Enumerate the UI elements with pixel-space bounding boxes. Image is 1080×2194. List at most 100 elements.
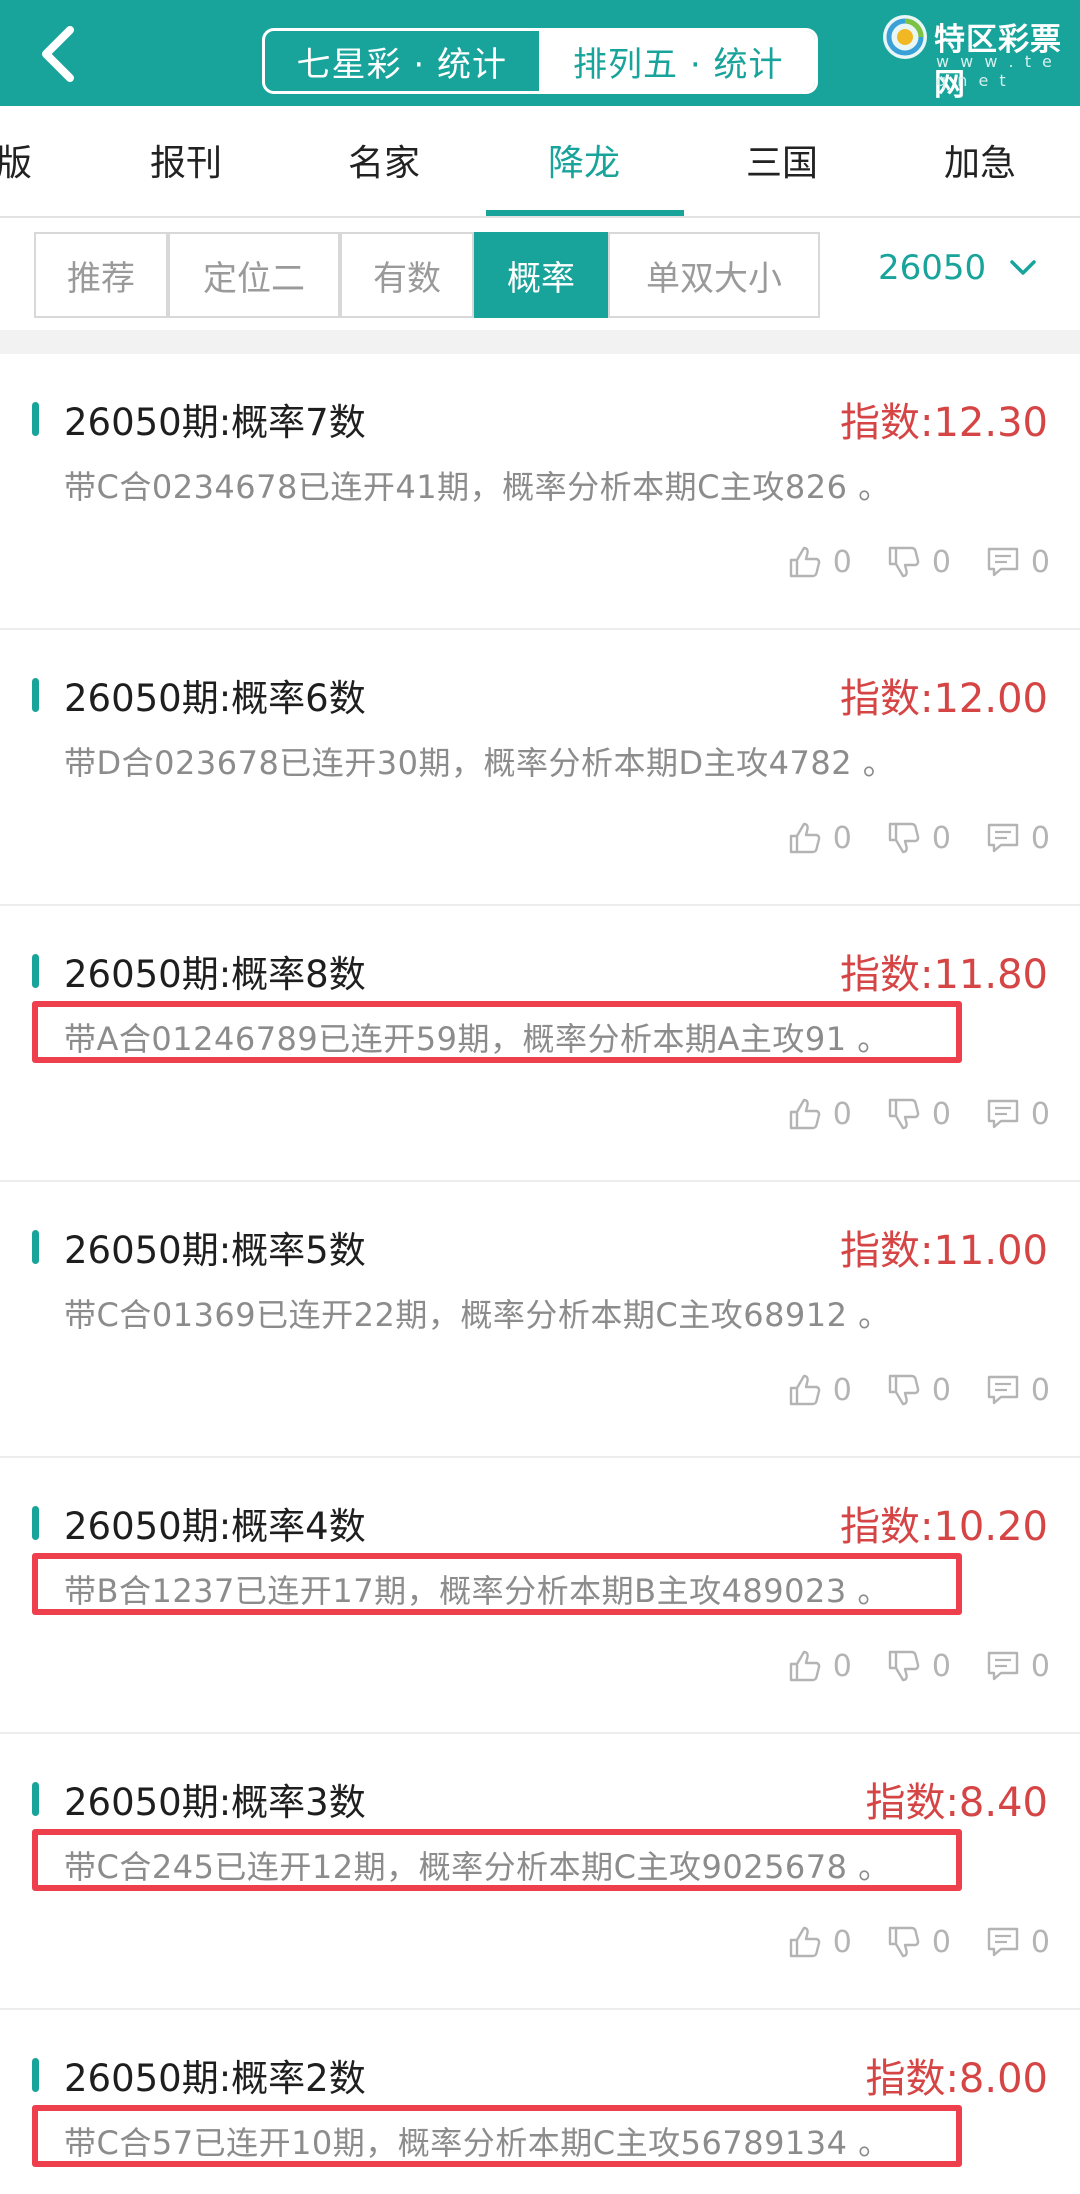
- list-item[interactable]: 26050期:概率4数 指数:10.20 带B合1237已连开17期，概率分析本…: [0, 1458, 1080, 1734]
- like-button[interactable]: 0: [787, 1372, 852, 1408]
- item-index-value: 指数:11.00: [840, 1228, 1048, 1274]
- segment-qixingcai[interactable]: 七星彩 · 统计: [265, 31, 542, 91]
- like-button[interactable]: 0: [787, 820, 852, 856]
- item-description: 带C合01369已连开22期，概率分析本期C主攻68912 。: [64, 1296, 891, 1334]
- filter-youshu[interactable]: 有数: [340, 232, 474, 318]
- lottery-switch: 七星彩 · 统计 排列五 · 统计: [262, 28, 818, 94]
- like-button[interactable]: 0: [787, 1648, 852, 1684]
- tab-jiaji[interactable]: 加急: [944, 134, 1016, 186]
- comment-icon: [987, 1099, 1019, 1129]
- item-index-value: 指数:8.40: [865, 1780, 1048, 1826]
- item-index-value: 指数:10.20: [840, 1504, 1048, 1550]
- dislike-count: 0: [931, 1924, 951, 1960]
- thumbs-up-icon: [789, 1650, 821, 1682]
- comment-count: 0: [1030, 1096, 1050, 1132]
- comment-button[interactable]: 0: [985, 1372, 1050, 1408]
- dislike-button[interactable]: 0: [886, 820, 951, 856]
- thumbs-down-icon: [888, 1650, 920, 1682]
- dislike-count: 0: [931, 1096, 951, 1132]
- thumbs-up-icon: [789, 1374, 821, 1406]
- dislike-button[interactable]: 0: [886, 1372, 951, 1408]
- comment-icon: [987, 1375, 1019, 1405]
- thumbs-down-icon: [888, 1374, 920, 1406]
- period-value: 26050: [878, 248, 987, 288]
- item-accent-bar: [32, 1782, 39, 1816]
- item-title: 26050期:概率5数: [64, 1229, 366, 1272]
- item-actions: 0 0 0: [787, 1096, 1050, 1132]
- active-tab-indicator: [486, 210, 684, 216]
- item-title: 26050期:概率3数: [64, 1781, 366, 1824]
- thumbs-up-icon: [789, 1926, 821, 1958]
- list-item[interactable]: 26050期:概率7数 指数:12.30 带C合0234678已连开41期，概率…: [0, 354, 1080, 630]
- dislike-count: 0: [931, 820, 951, 856]
- chevron-left-icon: [42, 26, 74, 82]
- dislike-button[interactable]: 0: [886, 544, 951, 580]
- tab-sanguo[interactable]: 三国: [746, 134, 818, 186]
- comment-count: 0: [1030, 820, 1050, 856]
- highlight-box: [32, 1001, 962, 1063]
- comment-button[interactable]: 0: [985, 1648, 1050, 1684]
- item-index-value: 指数:8.00: [865, 2056, 1048, 2102]
- category-tabs: 版 报刊 名家 降龙 三国 加急: [0, 106, 1080, 218]
- list-item[interactable]: 26050期:概率6数 指数:12.00 带D合023678已连开30期，概率分…: [0, 630, 1080, 906]
- item-actions: 0 0 0: [787, 1648, 1050, 1684]
- list-item[interactable]: 26050期:概率5数 指数:11.00 带C合01369已连开22期，概率分析…: [0, 1182, 1080, 1458]
- tab-baokan[interactable]: 报刊: [150, 134, 222, 186]
- top-bar: 七星彩 · 统计 排列五 · 统计 特区彩票网 w w w . t e q n …: [0, 0, 1080, 106]
- item-index-value: 指数:12.30: [840, 400, 1048, 446]
- item-index-value: 指数:12.00: [840, 676, 1048, 722]
- comment-count: 0: [1030, 1648, 1050, 1684]
- thumbs-down-icon: [888, 546, 920, 578]
- like-button[interactable]: 0: [787, 544, 852, 580]
- tab-ban[interactable]: 版: [0, 134, 32, 186]
- item-index-value: 指数:11.80: [840, 952, 1048, 998]
- dislike-button[interactable]: 0: [886, 1096, 951, 1132]
- highlight-box: [32, 1829, 962, 1891]
- item-description: 带D合023678已连开30期，概率分析本期D主攻4782 。: [64, 744, 896, 782]
- filter-tuijian[interactable]: 推荐: [34, 232, 168, 318]
- tab-mingjia[interactable]: 名家: [348, 134, 420, 186]
- thumbs-down-icon: [888, 1926, 920, 1958]
- like-button[interactable]: 0: [787, 1924, 852, 1960]
- list-item[interactable]: 26050期:概率2数 指数:8.00 带C合57已连开10期，概率分析本期C主…: [0, 2010, 1080, 2194]
- item-title: 26050期:概率8数: [64, 953, 366, 996]
- item-title: 26050期:概率7数: [64, 401, 366, 444]
- comment-icon: [987, 1927, 1019, 1957]
- dislike-button[interactable]: 0: [886, 1924, 951, 1960]
- item-title: 26050期:概率4数: [64, 1505, 366, 1548]
- item-actions: 0 0 0: [787, 544, 1050, 580]
- like-count: 0: [832, 820, 852, 856]
- section-divider: [0, 330, 1080, 354]
- dislike-button[interactable]: 0: [886, 1648, 951, 1684]
- list-item[interactable]: 26050期:概率3数 指数:8.40 带C合245已连开12期，概率分析本期C…: [0, 1734, 1080, 2010]
- period-select[interactable]: 26050: [878, 248, 1038, 288]
- item-actions: 0 0 0: [787, 820, 1050, 856]
- filter-bar: 推荐 定位二 有数 概率 单双大小 26050: [0, 218, 1080, 330]
- like-button[interactable]: 0: [787, 1096, 852, 1132]
- item-actions: 0 0 0: [787, 1924, 1050, 1960]
- filter-gailv[interactable]: 概率: [474, 232, 608, 318]
- segment-pailiewu[interactable]: 排列五 · 统计: [541, 31, 815, 91]
- dislike-count: 0: [931, 544, 951, 580]
- comment-button[interactable]: 0: [985, 1096, 1050, 1132]
- comment-button[interactable]: 0: [985, 544, 1050, 580]
- filter-danshuangdaxiao[interactable]: 单双大小: [608, 232, 820, 318]
- filter-dingweier[interactable]: 定位二: [168, 232, 340, 318]
- site-logo: 特区彩票网 w w w . t e q n e t: [876, 8, 1076, 103]
- logo-emblem-icon: [883, 15, 927, 59]
- prediction-list: 26050期:概率7数 指数:12.30 带C合0234678已连开41期，概率…: [0, 354, 1080, 2194]
- highlight-box: [32, 2105, 962, 2167]
- comment-icon: [987, 1651, 1019, 1681]
- item-accent-bar: [32, 1506, 39, 1540]
- tab-xianglong[interactable]: 降龙: [548, 134, 620, 186]
- item-accent-bar: [32, 402, 39, 436]
- logo-subtext: w w w . t e q n e t: [936, 52, 1055, 90]
- comment-button[interactable]: 0: [985, 1924, 1050, 1960]
- back-button[interactable]: [30, 22, 90, 86]
- comment-button[interactable]: 0: [985, 820, 1050, 856]
- thumbs-down-icon: [888, 1098, 920, 1130]
- list-item[interactable]: 26050期:概率8数 指数:11.80 带A合01246789已连开59期，概…: [0, 906, 1080, 1182]
- item-accent-bar: [32, 2058, 39, 2092]
- item-accent-bar: [32, 1230, 39, 1264]
- like-count: 0: [832, 544, 852, 580]
